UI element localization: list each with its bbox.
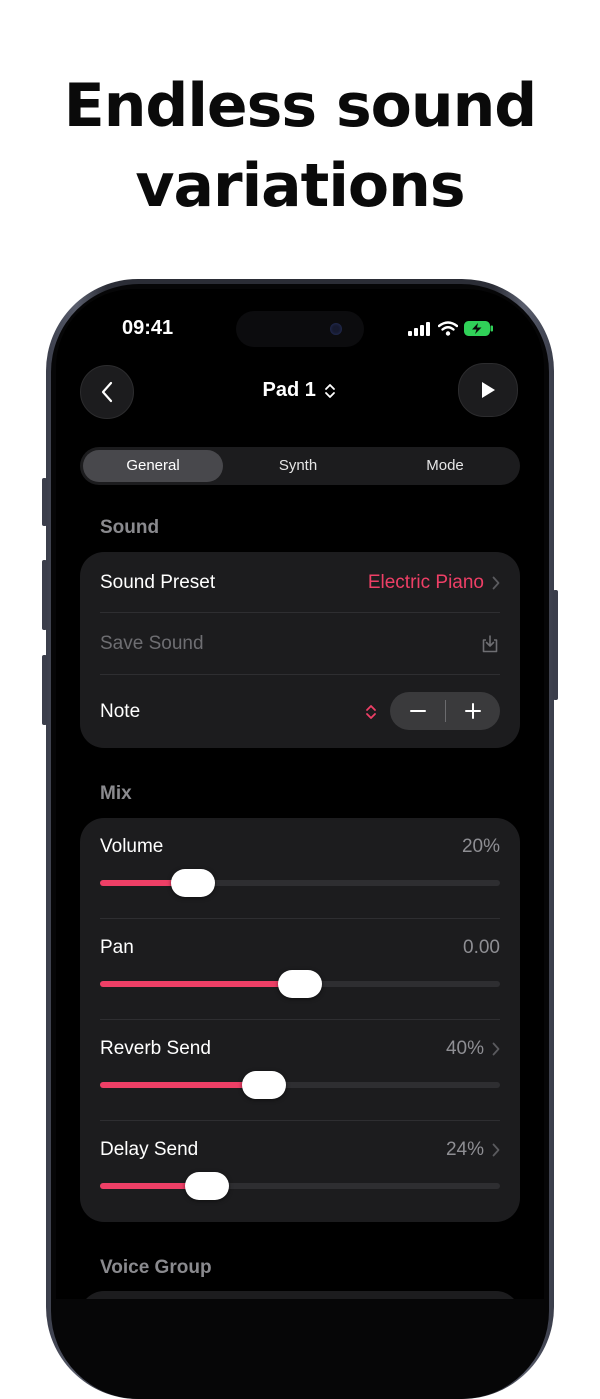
slider-fill <box>100 981 300 987</box>
tab-bar: General Synth Mode <box>80 447 520 485</box>
mix-slider-row: Delay Send 24% <box>80 1121 520 1222</box>
slider-track[interactable] <box>100 869 500 897</box>
play-button[interactable] <box>458 363 518 417</box>
mix-slider-value-group[interactable]: 40% <box>446 1038 500 1060</box>
play-icon <box>482 382 495 398</box>
increment-button[interactable] <box>445 692 500 730</box>
mix-slider-value: 24% <box>445 1139 484 1160</box>
camera-icon <box>330 323 342 335</box>
slider-thumb[interactable] <box>242 1071 287 1099</box>
mix-slider-row: Pan 0.00 <box>80 919 520 1020</box>
app-screen: 09:41 Pad 1 General Synth Mode Sound Sou… <box>56 289 544 1299</box>
plus-icon <box>464 703 481 719</box>
headline: Endless sound variations <box>0 66 600 226</box>
note-stepper <box>390 692 500 730</box>
slider-thumb[interactable] <box>185 1172 230 1200</box>
headline-line-2: variations <box>135 151 465 221</box>
mix-slider-value: 20% <box>461 836 500 857</box>
slider-track[interactable] <box>100 970 500 998</box>
dynamic-island <box>236 311 364 347</box>
slider-thumb[interactable] <box>278 970 322 998</box>
mix-slider-label: Pan <box>100 937 134 958</box>
tab-synth[interactable]: Synth <box>228 450 368 482</box>
mix-slider-value-group[interactable]: 24% <box>446 1139 500 1161</box>
divider <box>100 674 500 675</box>
mix-slider-label: Delay Send <box>100 1139 199 1160</box>
chevron-right-icon <box>492 1143 500 1157</box>
cellular-signal-icon <box>408 321 430 336</box>
slider-track[interactable] <box>100 1172 500 1200</box>
mix-slider-value-group: 0.00 <box>463 937 500 959</box>
mix-slider-label: Volume <box>100 836 164 857</box>
note-label: Note <box>100 701 141 722</box>
sound-card: Sound Preset Electric Piano Save Sound N… <box>80 552 520 748</box>
save-download-icon <box>482 635 498 653</box>
save-sound-label: Save Sound <box>100 633 204 654</box>
mix-slider-value-group: 20% <box>462 836 500 858</box>
mix-slider-row: Reverb Send 40% <box>80 1020 520 1121</box>
slider-fill <box>100 1082 265 1088</box>
wifi-icon <box>438 321 458 336</box>
slider-track[interactable] <box>100 1071 500 1099</box>
mix-card: Volume 20% Pan 0.00 Reverb Send 40% Delay Send… <box>80 818 520 1222</box>
sound-preset-value-group: Electric Piano <box>368 572 500 594</box>
decrement-button[interactable] <box>390 692 445 730</box>
mix-slider-value: 40% <box>445 1038 484 1059</box>
page-title: Pad 1 <box>262 379 316 402</box>
section-label-voice-group: Voice Group <box>100 1257 212 1278</box>
tab-mode[interactable]: Mode <box>375 450 515 482</box>
headline-line-1: Endless sound <box>63 71 538 141</box>
sound-preset-value: Electric Piano <box>367 572 484 593</box>
note-picker-icon[interactable] <box>364 702 378 722</box>
section-label-sound: Sound <box>100 517 160 538</box>
chevron-right-icon <box>492 576 500 590</box>
section-label-mix: Mix <box>100 783 132 804</box>
battery-charging-icon <box>464 321 493 336</box>
slider-thumb[interactable] <box>171 869 216 897</box>
status-time: 09:41 <box>122 317 174 339</box>
mix-slider-value: 0.00 <box>463 937 500 958</box>
sound-preset-row[interactable]: Sound Preset Electric Piano <box>80 552 520 612</box>
minus-icon <box>409 710 426 712</box>
chevron-up-down-icon <box>325 383 336 398</box>
status-icons <box>408 321 494 336</box>
mix-slider-label: Reverb Send <box>100 1038 211 1059</box>
save-sound-row[interactable]: Save Sound <box>80 613 520 674</box>
chevron-right-icon <box>492 1042 500 1056</box>
voice-group-card <box>80 1291 520 1299</box>
tab-general[interactable]: General <box>83 450 223 482</box>
sound-preset-label: Sound Preset <box>100 572 216 593</box>
mix-slider-row: Volume 20% <box>80 818 520 919</box>
